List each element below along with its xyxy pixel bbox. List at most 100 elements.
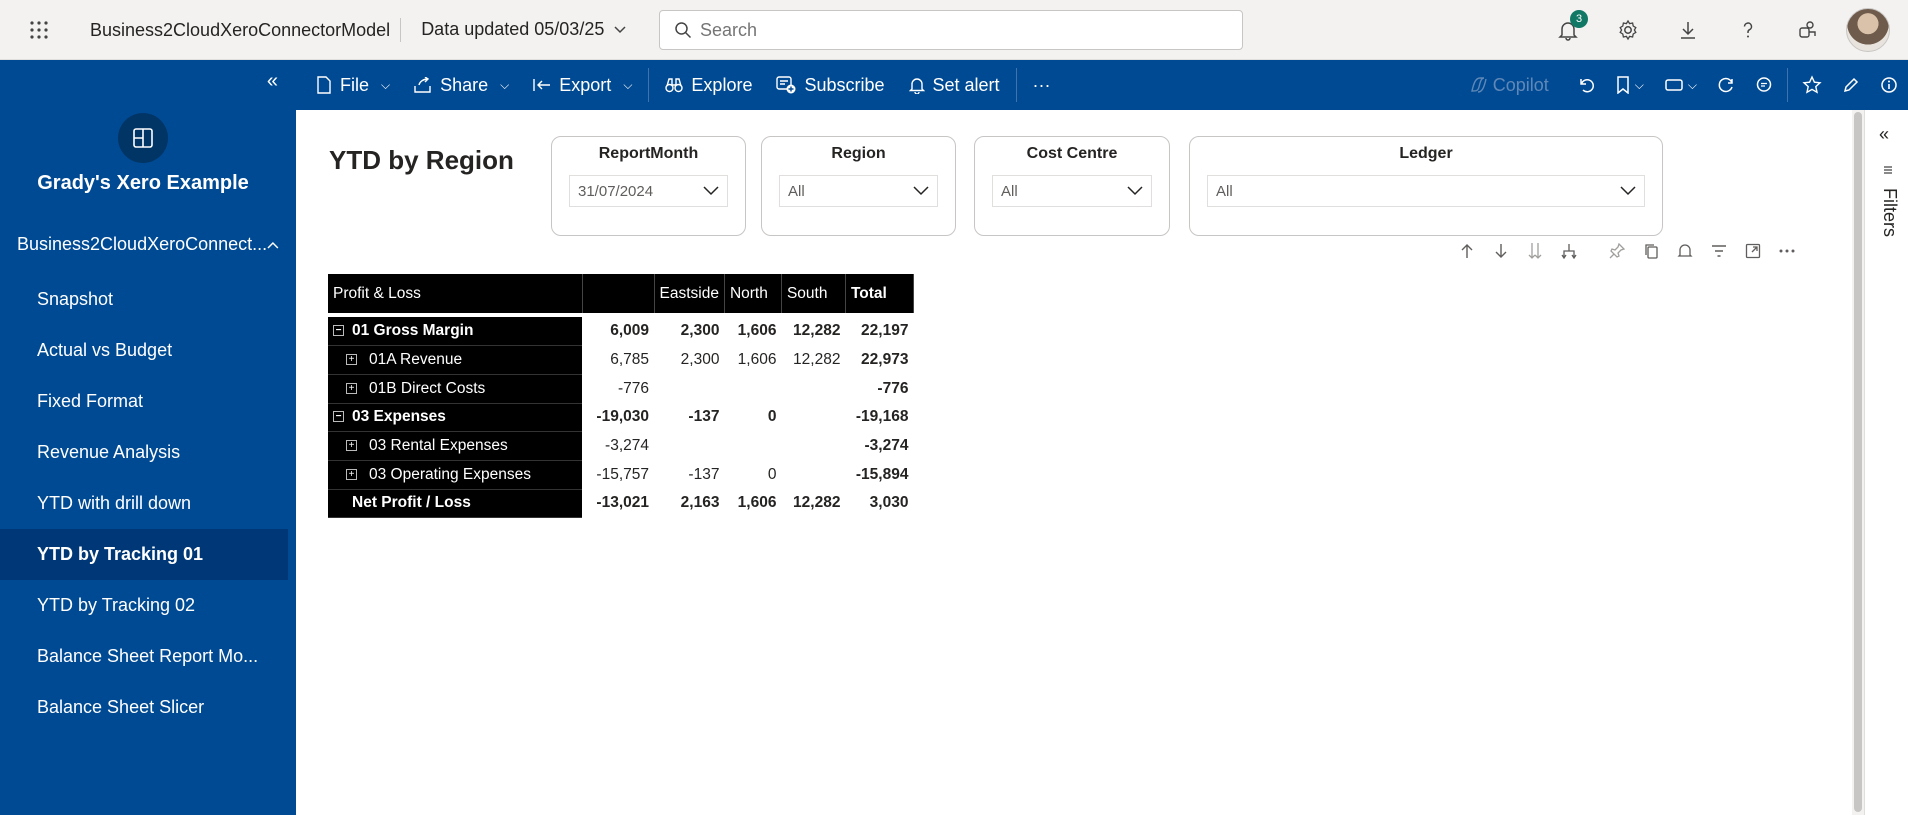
value-cell[interactable] xyxy=(781,403,845,432)
refresh-button[interactable] xyxy=(1707,60,1745,110)
value-cell[interactable]: 0 xyxy=(724,460,781,489)
row-header[interactable]: +01A Revenue xyxy=(328,345,582,375)
value-cell[interactable]: 12,282 xyxy=(781,346,845,375)
info-button[interactable] xyxy=(1870,60,1908,110)
value-cell[interactable]: 12,282 xyxy=(781,317,845,346)
expand-row-icon[interactable]: + xyxy=(346,468,357,480)
filter-button[interactable] xyxy=(1708,240,1730,262)
value-cell[interactable]: -137 xyxy=(654,403,724,432)
value-cell[interactable]: -15,757 xyxy=(582,460,654,489)
expand-filters-icon[interactable]: « xyxy=(1879,124,1889,145)
focus-mode-button[interactable] xyxy=(1742,240,1764,262)
more-options-button[interactable]: ··· xyxy=(1021,60,1063,110)
bookmark-button[interactable]: ⌵ xyxy=(1605,60,1654,110)
value-cell[interactable] xyxy=(781,432,845,461)
sidebar-item-balance-sheet-slicer[interactable]: Balance Sheet Slicer xyxy=(0,682,288,733)
table-row[interactable]: −01 Gross Margin 6,009 2,300 1,606 12,282 22,… xyxy=(328,317,913,347)
table-row[interactable]: +01A Revenue 6,785 2,300 1,606 12,282 22,973 xyxy=(328,345,913,375)
row-header[interactable]: −03 Expenses xyxy=(328,403,582,433)
data-updated-dropdown[interactable]: Data updated 05/03/25 xyxy=(421,19,626,40)
column-header[interactable]: North xyxy=(724,274,782,313)
value-cell[interactable]: 1,606 xyxy=(724,346,781,375)
region-dropdown[interactable]: All xyxy=(779,175,938,207)
value-cell[interactable] xyxy=(781,374,845,403)
sidebar-item-actual-vs-budget[interactable]: Actual vs Budget xyxy=(0,325,288,376)
model-section-toggle[interactable]: Business2CloudXeroConnect... xyxy=(17,234,279,255)
expand-row-icon[interactable]: + xyxy=(346,354,357,366)
search-box[interactable] xyxy=(659,10,1243,50)
table-row[interactable]: +01B Direct Costs -776 -776 xyxy=(328,374,913,404)
value-cell[interactable]: 2,300 xyxy=(654,346,724,375)
table-row[interactable]: Net Profit / Loss -13,021 2,163 1,606 12,282… xyxy=(328,489,913,519)
view-button[interactable]: ⌵ xyxy=(1654,60,1707,110)
share-menu[interactable]: Share ⌵ xyxy=(402,60,521,110)
collapse-row-icon[interactable]: − xyxy=(333,411,344,423)
sidebar-item-fixed-format[interactable]: Fixed Format xyxy=(0,376,288,427)
copy-button[interactable] xyxy=(1640,240,1662,262)
expand-row-icon[interactable]: + xyxy=(346,440,357,452)
sidebar-item-balance-sheet-report-mo[interactable]: Balance Sheet Report Mo... xyxy=(0,631,288,682)
ledger-dropdown[interactable]: All xyxy=(1207,175,1645,207)
value-cell[interactable]: 2,163 xyxy=(654,489,724,518)
value-cell[interactable]: 6,009 xyxy=(582,317,654,346)
settings-button[interactable] xyxy=(1598,0,1658,60)
value-cell[interactable]: 2,300 xyxy=(654,317,724,346)
expand-row-icon[interactable]: + xyxy=(346,382,357,394)
search-input[interactable] xyxy=(700,19,1200,41)
value-cell[interactable] xyxy=(781,460,845,489)
value-cell[interactable]: 1,606 xyxy=(724,489,781,518)
sidebar-item-snapshot[interactable]: Snapshot xyxy=(0,274,288,325)
collapse-row-icon[interactable]: − xyxy=(333,325,344,337)
visual-more-options-button[interactable] xyxy=(1776,240,1798,262)
subscribe-button[interactable]: Subscribe xyxy=(764,60,896,110)
set-alert-button[interactable]: Set alert xyxy=(897,60,1012,110)
scrollbar-thumb[interactable] xyxy=(1854,112,1862,812)
total-cell[interactable]: -19,168 xyxy=(845,403,913,432)
table-row[interactable]: −03 Expenses -19,030 -137 0 -19,168 xyxy=(328,403,913,433)
drill-down-button[interactable] xyxy=(1490,240,1512,262)
report-month-dropdown[interactable]: 31/07/2024 xyxy=(569,175,728,207)
row-header[interactable]: +03 Rental Expenses xyxy=(328,431,582,461)
edit-button[interactable] xyxy=(1832,60,1870,110)
column-header[interactable]: Eastside xyxy=(654,274,725,313)
pin-button[interactable] xyxy=(1606,240,1628,262)
matrix-corner-header[interactable]: Profit & Loss xyxy=(328,274,583,313)
value-cell[interactable]: 1,606 xyxy=(724,317,781,346)
download-button[interactable] xyxy=(1658,0,1718,60)
value-cell[interactable]: -3,274 xyxy=(582,432,654,461)
value-cell[interactable]: 12,282 xyxy=(781,489,845,518)
sidebar-item-ytd-with-drill-down[interactable]: YTD with drill down xyxy=(0,478,288,529)
total-cell[interactable]: -3,274 xyxy=(845,432,913,461)
total-cell[interactable]: -15,894 xyxy=(845,460,913,489)
feedback-button[interactable] xyxy=(1778,0,1838,60)
notifications-button[interactable]: 3 xyxy=(1538,0,1598,60)
help-button[interactable] xyxy=(1718,0,1778,60)
value-cell[interactable]: 6,785 xyxy=(582,346,654,375)
reset-button[interactable] xyxy=(1567,60,1605,110)
row-header[interactable]: −01 Gross Margin xyxy=(328,317,582,347)
file-menu[interactable]: File ⌵ xyxy=(304,60,402,110)
value-cell[interactable]: -137 xyxy=(654,460,724,489)
comments-button[interactable] xyxy=(1745,60,1783,110)
value-cell[interactable]: 0 xyxy=(724,403,781,432)
filters-pane[interactable]: « Filters xyxy=(1864,110,1908,815)
sidebar-item-ytd-by-tracking-02[interactable]: YTD by Tracking 02 xyxy=(0,580,288,631)
row-header[interactable]: Net Profit / Loss xyxy=(328,489,582,519)
account-button[interactable] xyxy=(1838,0,1898,60)
sidebar-item-revenue-analysis[interactable]: Revenue Analysis xyxy=(0,427,288,478)
table-row[interactable]: +03 Rental Expenses -3,274 -3,274 xyxy=(328,431,913,461)
app-title[interactable]: Business2CloudXeroConnectorModel xyxy=(90,17,402,42)
table-row[interactable]: +03 Operating Expenses -15,757 -137 0 -15,89… xyxy=(328,460,913,490)
row-header[interactable]: +03 Operating Expenses xyxy=(328,460,582,490)
row-header[interactable]: +01B Direct Costs xyxy=(328,374,582,404)
favorite-button[interactable] xyxy=(1792,60,1832,110)
canvas-scrollbar[interactable] xyxy=(1852,110,1864,815)
app-launcher-icon[interactable] xyxy=(19,10,59,50)
value-cell[interactable]: -19,030 xyxy=(582,403,654,432)
next-level-button[interactable] xyxy=(1524,240,1546,262)
alert-button[interactable] xyxy=(1674,240,1696,262)
value-cell[interactable] xyxy=(724,374,781,403)
value-cell[interactable] xyxy=(654,432,724,461)
total-cell[interactable]: 22,973 xyxy=(845,346,913,375)
total-cell[interactable]: -776 xyxy=(845,374,913,403)
